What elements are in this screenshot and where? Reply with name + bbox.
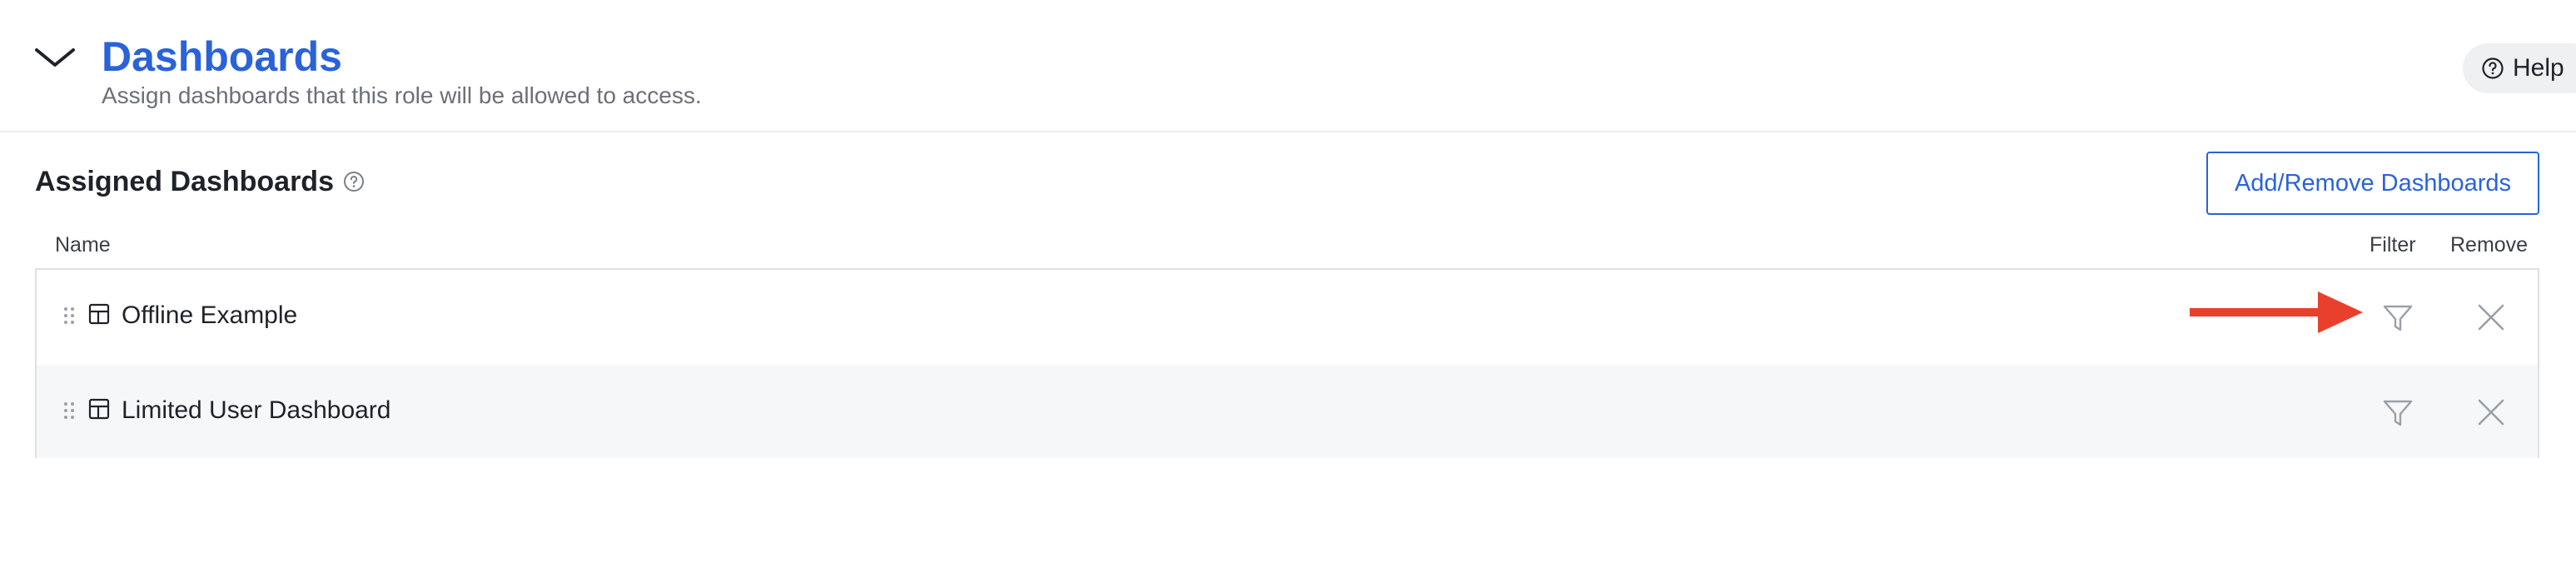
column-header-name: Name <box>55 233 111 257</box>
close-icon[interactable] <box>2475 396 2507 428</box>
section-header: Dashboards Assign dashboards that this r… <box>0 0 2576 132</box>
section-title-text: Assigned Dashboards <box>35 166 334 197</box>
section-title: Assigned Dashboards <box>35 163 366 200</box>
dashboard-layout-icon <box>88 398 110 420</box>
info-icon[interactable] <box>342 170 366 193</box>
table-row: Limited User Dashboard <box>37 365 2538 458</box>
add-remove-dashboards-button[interactable]: Add/Remove Dashboards <box>2206 152 2539 215</box>
chevron-down-icon[interactable] <box>33 42 77 72</box>
dashboards-table: Offline Example Limited User Dashboard <box>35 268 2539 458</box>
dashboard-name: Offline Example <box>122 301 298 329</box>
dashboard-name: Limited User Dashboard <box>122 396 391 424</box>
drag-handle-icon[interactable] <box>63 306 75 325</box>
column-header-filter: Filter <box>2370 233 2416 257</box>
arrow-right-icon <box>2190 291 2363 333</box>
filter-icon[interactable] <box>2381 301 2414 335</box>
table-row: Offline Example <box>37 270 2538 363</box>
column-header-remove: Remove <box>2450 233 2529 257</box>
question-circle-icon <box>2482 57 2504 79</box>
filter-icon[interactable] <box>2381 396 2414 430</box>
help-button[interactable]: Help <box>2463 43 2576 93</box>
drag-handle-icon[interactable] <box>63 401 75 420</box>
page-title: Dashboards <box>102 33 342 80</box>
close-icon[interactable] <box>2475 301 2507 333</box>
page-subtitle: Assign dashboards that this role will be… <box>102 82 702 108</box>
dashboard-layout-icon <box>88 303 110 325</box>
help-label: Help <box>2513 54 2564 82</box>
